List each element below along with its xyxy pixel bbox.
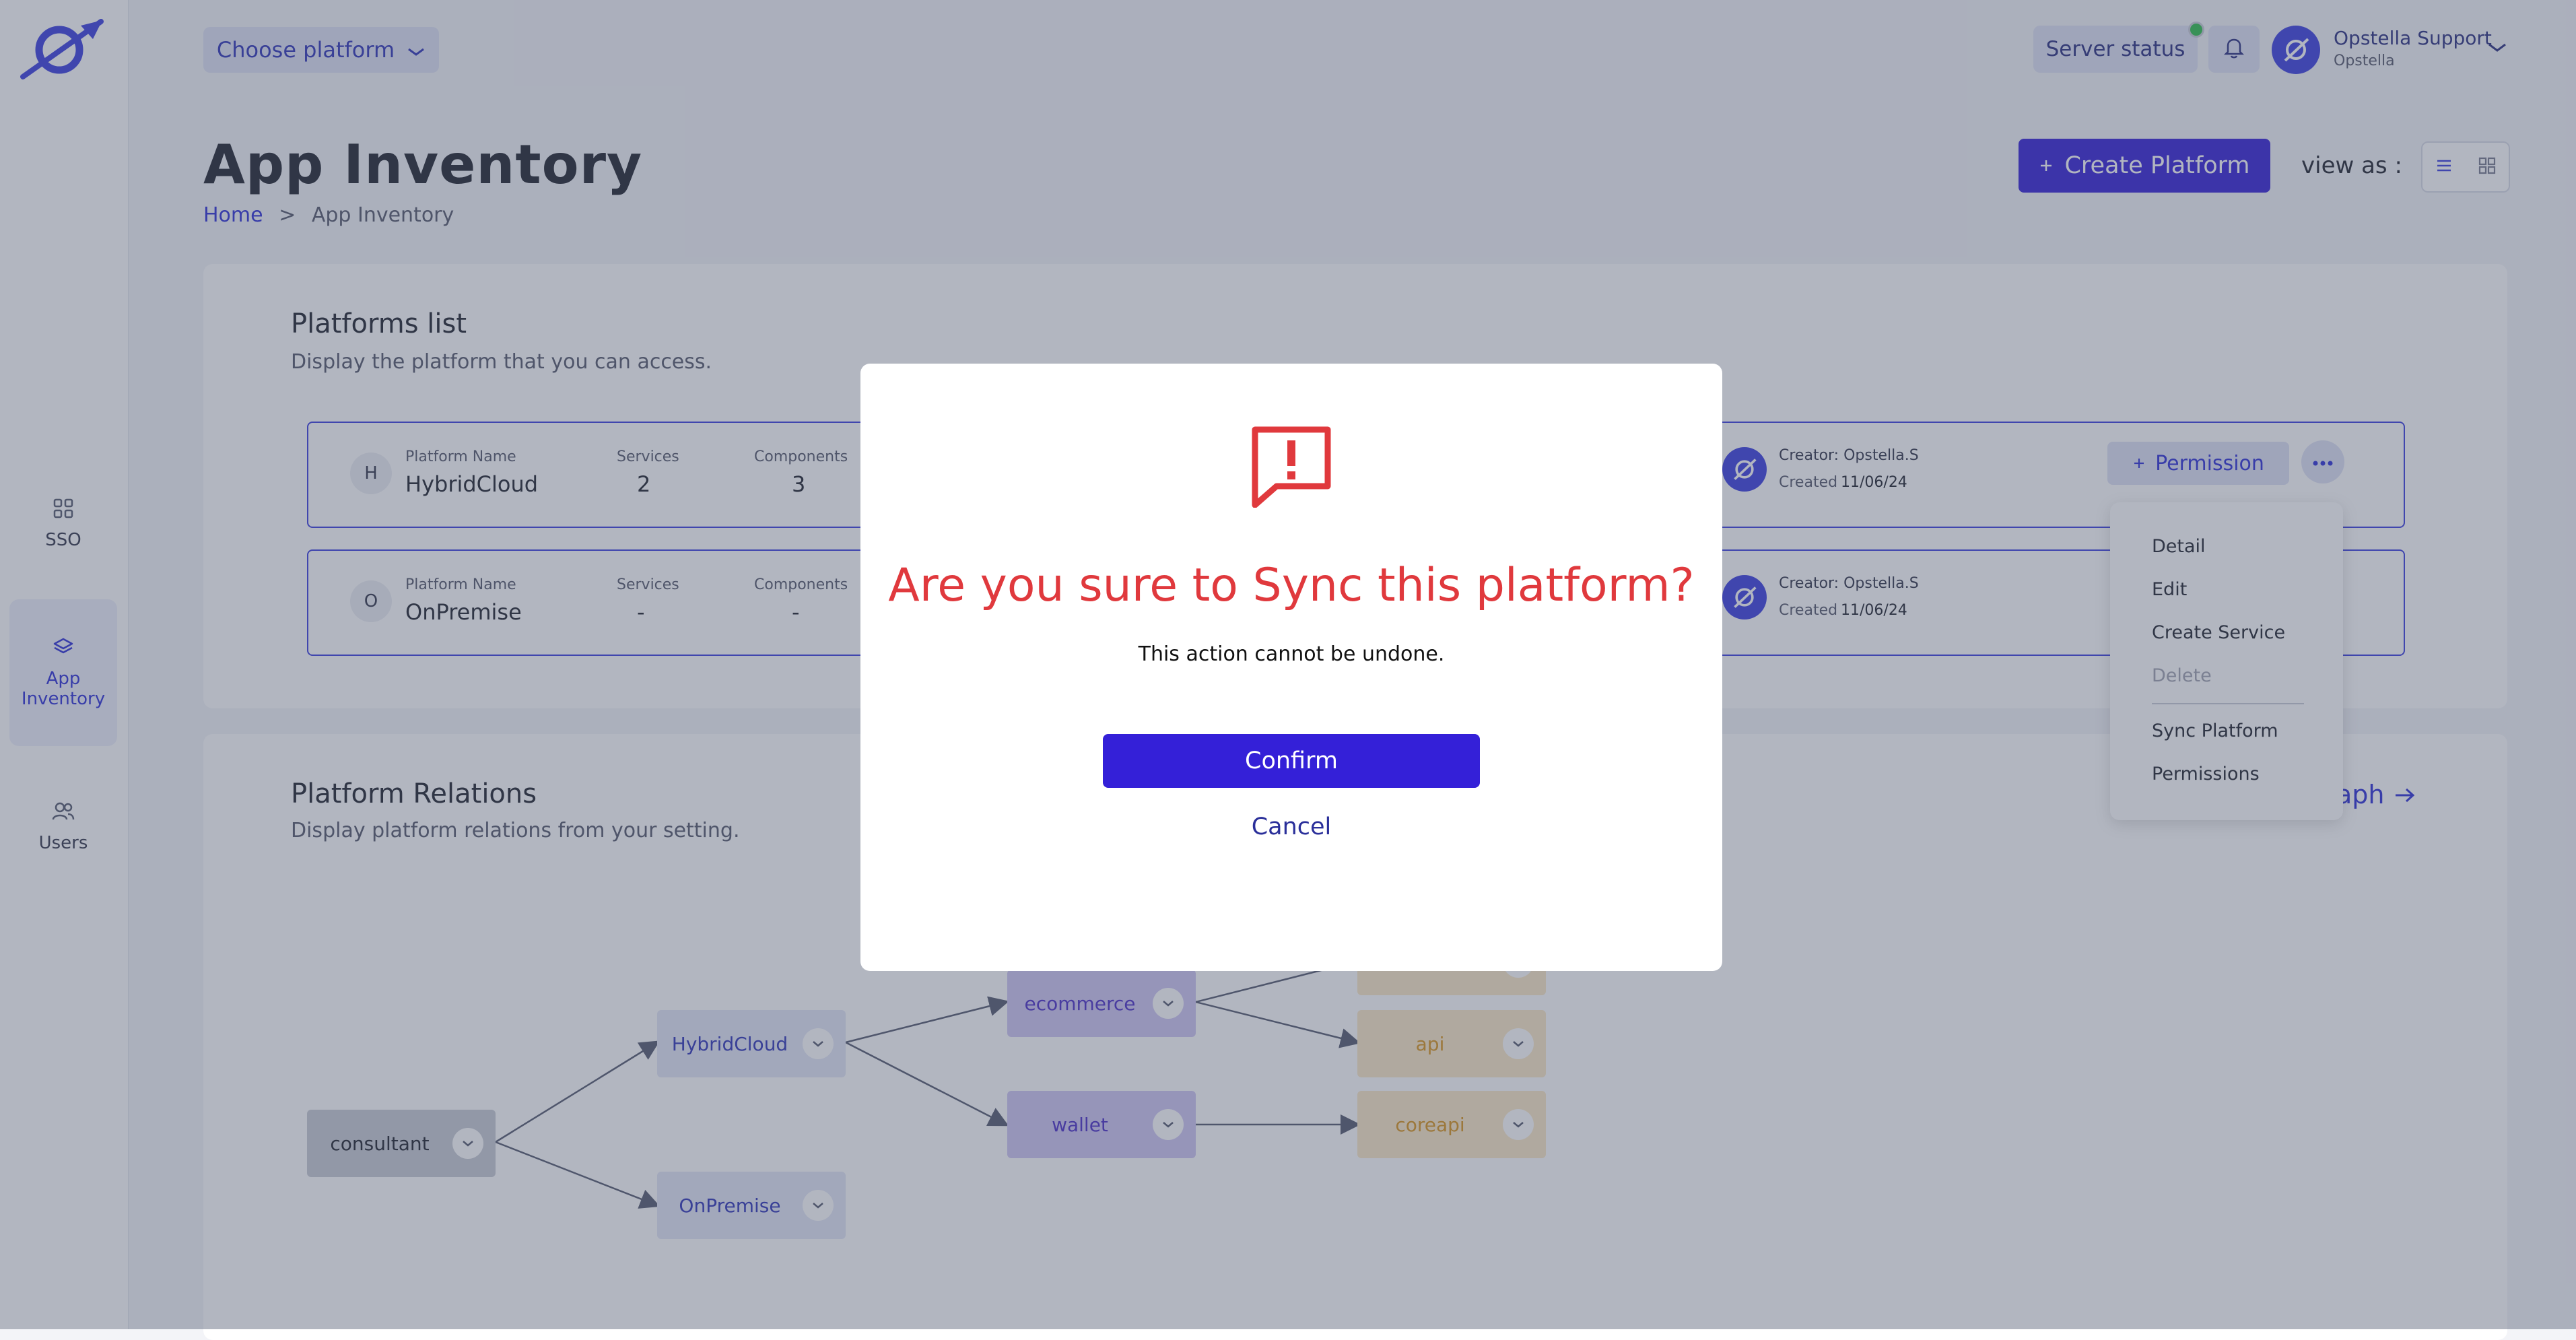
sync-confirm-dialog: Are you sure to Sync this platform? This… (860, 364, 1722, 971)
confirm-button[interactable]: Confirm (1103, 734, 1480, 788)
cancel-button[interactable]: Cancel (1103, 807, 1480, 847)
alert-message-icon (1250, 424, 1333, 510)
modal-title: Are you sure to Sync this platform? (888, 559, 1695, 612)
modal-description: This action cannot be undone. (1138, 642, 1445, 666)
